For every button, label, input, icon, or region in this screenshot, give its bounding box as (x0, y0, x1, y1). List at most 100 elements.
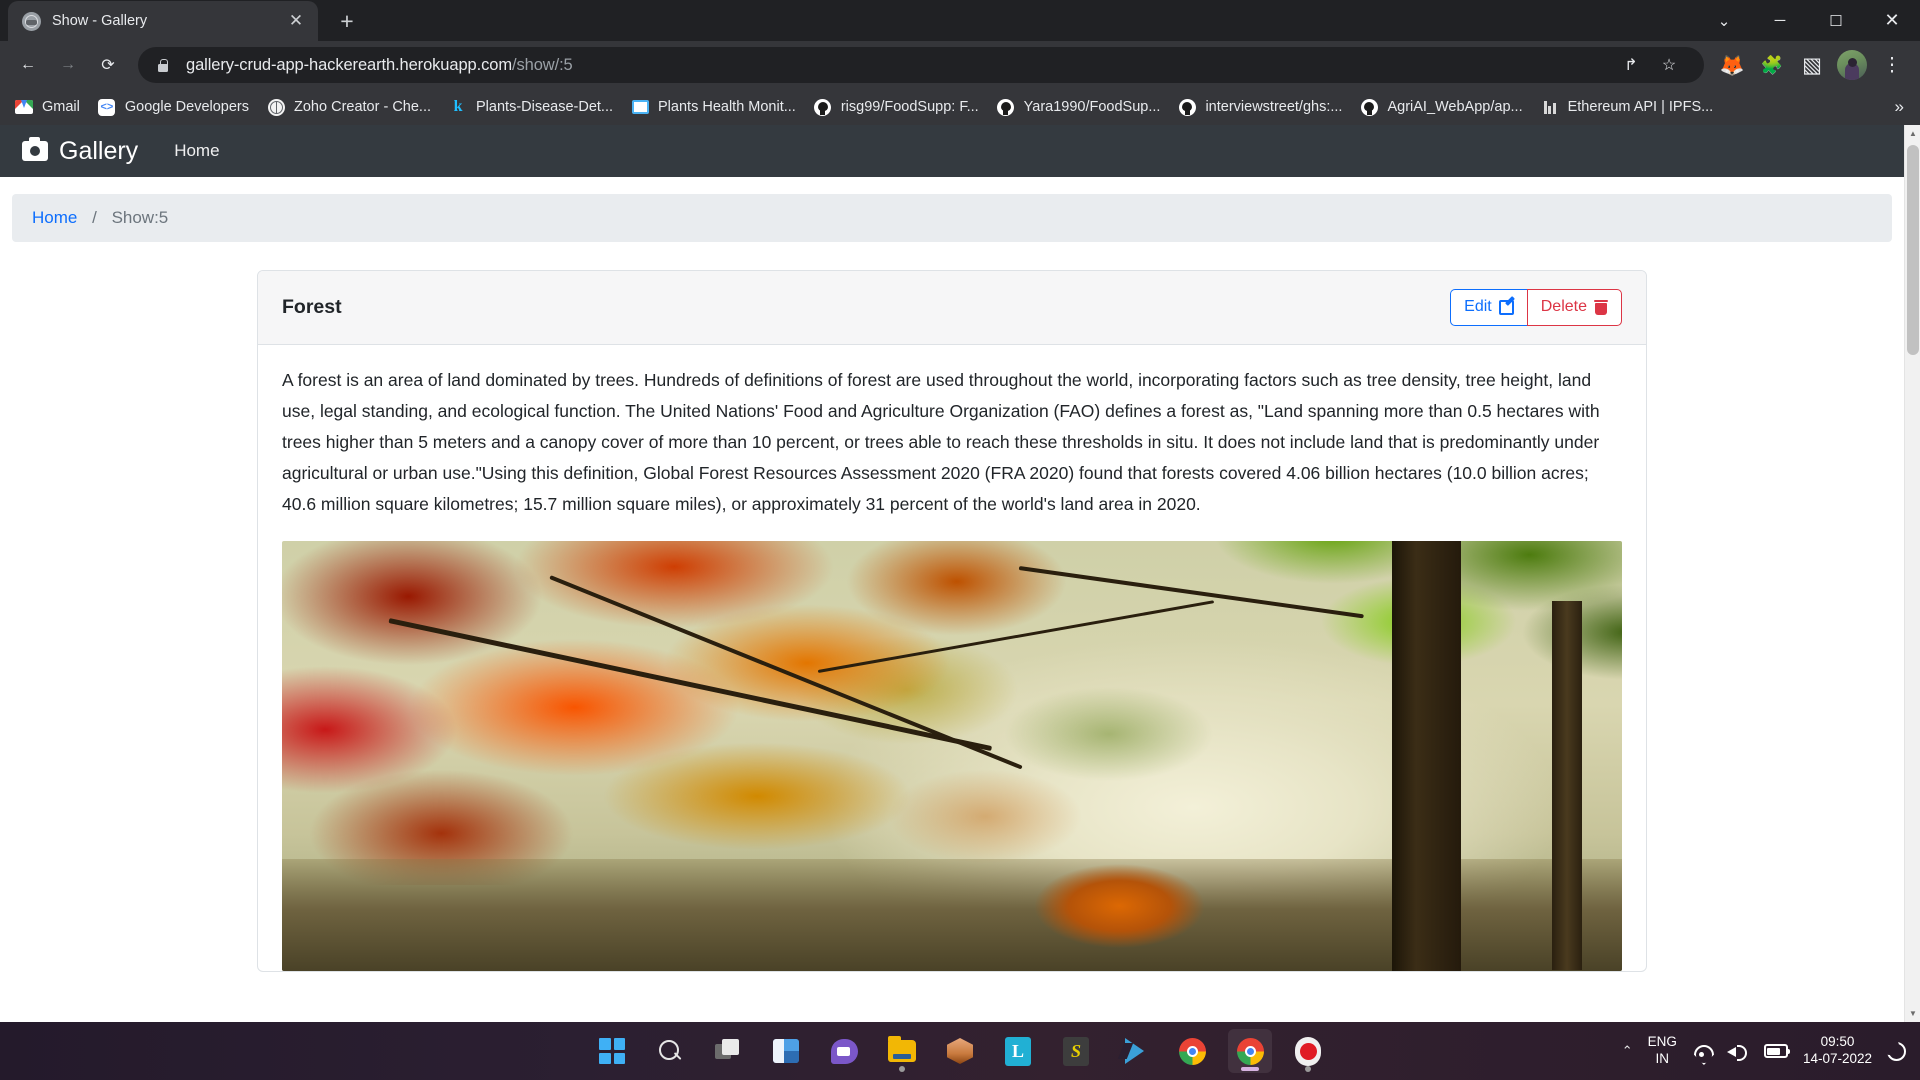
nav-link-home[interactable]: Home (174, 141, 219, 161)
lambdatest-icon[interactable]: L (996, 1029, 1040, 1073)
vs-code-icon[interactable] (1112, 1029, 1156, 1073)
window-controls: ⌄ ─ ☐ ✕ (1696, 0, 1920, 41)
github-icon (1360, 98, 1378, 116)
scroll-up-icon[interactable]: ▲ (1905, 125, 1920, 142)
volume-icon[interactable] (1726, 1043, 1749, 1061)
battery-icon[interactable] (1763, 1044, 1790, 1058)
task-view-icon[interactable] (706, 1029, 750, 1073)
language-line1: ENG (1647, 1034, 1677, 1050)
close-icon[interactable]: ✕ (284, 9, 308, 33)
sublime-text-icon[interactable]: S (1054, 1029, 1098, 1073)
clock[interactable]: 09:50 14-07-2022 (1803, 1034, 1872, 1068)
start-button[interactable] (590, 1029, 634, 1073)
metamask-extension-icon[interactable]: 🦊 (1712, 45, 1752, 85)
screen-recorder-icon[interactable] (1286, 1029, 1330, 1073)
trash-icon (1594, 299, 1608, 315)
site-navbar: Gallery Home (0, 125, 1904, 177)
bookmark-google-developers[interactable]: <> Google Developers (89, 94, 258, 120)
site-brand[interactable]: Gallery (22, 137, 138, 166)
bookmark-label: interviewstreet/ghs:... (1205, 99, 1343, 115)
do-not-disturb-icon[interactable] (1881, 1036, 1906, 1061)
bookmark-star-icon[interactable]: ☆ (1650, 46, 1688, 84)
bookmark-label: Yara1990/FoodSup... (1023, 99, 1161, 115)
minimize-button[interactable]: ─ (1752, 0, 1808, 41)
language-indicator[interactable]: ENG IN (1648, 1034, 1677, 1068)
windows-taskbar: L S ⌃ ENG IN 09:50 14-07-2022 (0, 1022, 1920, 1080)
monitor-icon (631, 98, 649, 116)
bookmark-gmail[interactable]: Gmail (6, 94, 89, 120)
browser-toolbar: ← → ⟳ gallery-crud-app-hackerearth.herok… (0, 41, 1920, 89)
delete-button-label: Delete (1540, 298, 1587, 315)
delete-button[interactable]: Delete (1526, 289, 1622, 326)
ethereum-api-icon (1541, 98, 1559, 116)
browser-menu-icon[interactable]: ⋮ (1872, 45, 1912, 85)
breadcrumb: Home / Show:5 (12, 194, 1892, 242)
chrome-active-icon[interactable] (1228, 1029, 1272, 1073)
wifi-icon[interactable] (1692, 1043, 1712, 1059)
scrollbar-thumb[interactable] (1907, 145, 1919, 355)
browser-tab[interactable]: Show - Gallery ✕ (8, 1, 318, 41)
page-scrollbar[interactable]: ▲ ▼ (1904, 125, 1920, 1022)
clock-time: 09:50 (1820, 1034, 1855, 1050)
back-icon[interactable]: ← (8, 45, 48, 85)
tab-title: Show - Gallery (52, 13, 148, 29)
bookmarks-bar: Gmail <> Google Developers Zoho Creator -… (0, 89, 1920, 125)
bookmark-plants-disease-det[interactable]: k Plants-Disease-Det... (440, 94, 622, 120)
page-title: Forest (282, 295, 342, 318)
bookmark-agriai-webapp[interactable]: AgriAI_WebApp/ap... (1351, 94, 1531, 120)
brand-label: Gallery (59, 136, 139, 165)
gmail-icon (15, 98, 33, 116)
widgets-icon[interactable] (764, 1029, 808, 1073)
teams-chat-icon[interactable] (822, 1029, 866, 1073)
tab-strip: Show - Gallery ✕ + ⌄ ─ ☐ ✕ (0, 0, 1920, 41)
bookmark-plants-health-monit[interactable]: Plants Health Monit... (622, 94, 805, 120)
chrome-icon[interactable] (1170, 1029, 1214, 1073)
reload-icon[interactable]: ⟳ (88, 45, 128, 85)
bookmark-risg99-foodsupp[interactable]: risg99/FoodSupp: F... (805, 94, 988, 120)
language-line2: IN (1655, 1051, 1670, 1066)
bookmark-ethereum-api[interactable]: Ethereum API | IPFS... (1532, 94, 1723, 120)
new-tab-button[interactable]: + (330, 4, 364, 38)
lock-icon (154, 56, 172, 74)
card-body: A forest is an area of land dominated by… (258, 345, 1646, 971)
kaggle-icon: k (453, 98, 463, 115)
avatar[interactable] (1837, 50, 1867, 80)
extensions-icon[interactable]: 🧩 (1752, 45, 1792, 85)
share-icon[interactable]: ↱ (1612, 46, 1650, 84)
taskbar-apps: L S (590, 1029, 1330, 1073)
scroll-down-icon[interactable]: ▼ (1905, 1005, 1920, 1022)
side-panel-icon[interactable]: ▧ (1792, 45, 1832, 85)
system-tray: ⌃ ENG IN 09:50 14-07-2022 (1622, 1034, 1906, 1068)
pencil-icon (1498, 299, 1514, 315)
card-header: Forest Edit Delete (258, 271, 1646, 345)
camera-icon (22, 137, 48, 161)
url-text: gallery-crud-app-hackerearth.herokuapp.c… (186, 56, 573, 75)
bookmark-label: Ethereum API | IPFS... (1567, 99, 1714, 115)
github-icon (997, 98, 1015, 116)
bookmark-label: risg99/FoodSupp: F... (840, 99, 979, 115)
forward-icon[interactable]: → (48, 45, 88, 85)
edit-button[interactable]: Edit (1450, 289, 1527, 326)
search-icon[interactable] (648, 1029, 692, 1073)
edit-button-label: Edit (1464, 298, 1492, 315)
file-explorer-icon[interactable] (880, 1029, 924, 1073)
maximize-button[interactable]: ☐ (1808, 0, 1864, 41)
bookmark-label: Google Developers (124, 99, 250, 115)
package-app-icon[interactable] (938, 1029, 982, 1073)
zoho-globe-icon (267, 98, 285, 116)
breadcrumb-separator: / (92, 208, 97, 227)
bookmark-interviewstreet-ghs[interactable]: interviewstreet/ghs:... (1169, 94, 1351, 120)
gallery-item-card: Forest Edit Delete A forest is an area o (257, 270, 1647, 972)
bookmark-zoho-creator[interactable]: Zoho Creator - Che... (258, 94, 440, 120)
url-path: /show/:5 (511, 55, 573, 74)
window-close-button[interactable]: ✕ (1864, 0, 1920, 41)
bookmark-label: Zoho Creator - Che... (294, 99, 432, 115)
bookmark-yara1990-foodsup[interactable]: Yara1990/FoodSup... (988, 94, 1170, 120)
chevron-down-icon[interactable]: ⌄ (1696, 0, 1752, 41)
bookmarks-overflow-button[interactable]: » (1885, 97, 1914, 117)
github-icon (1178, 98, 1196, 116)
breadcrumb-home-link[interactable]: Home (32, 208, 77, 227)
globe-icon (22, 11, 41, 31)
tray-expand-icon[interactable]: ⌃ (1622, 1043, 1633, 1059)
address-bar[interactable]: gallery-crud-app-hackerearth.herokuapp.c… (138, 47, 1704, 83)
